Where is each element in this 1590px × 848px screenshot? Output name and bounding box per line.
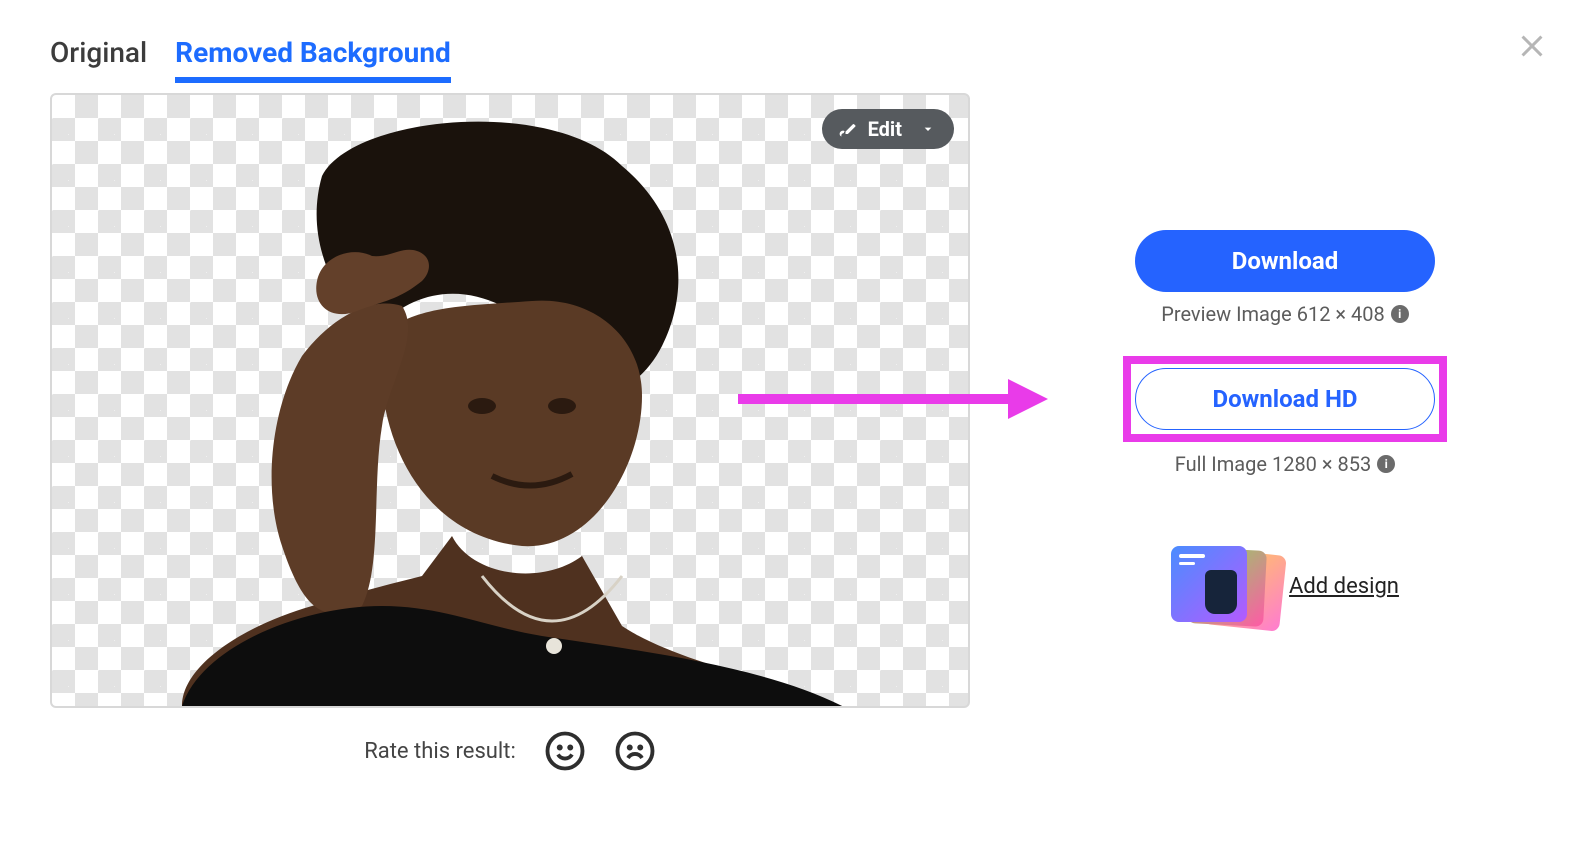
preview-caption: Preview Image 612 × 408 i: [1161, 302, 1409, 326]
download-button[interactable]: Download: [1135, 230, 1435, 292]
edit-label: Edit: [868, 117, 902, 141]
thumbs-down-face-icon[interactable]: [614, 730, 656, 772]
edit-button[interactable]: Edit: [822, 109, 954, 149]
tab-original[interactable]: Original: [50, 30, 147, 83]
full-caption-text: Full Image 1280 × 853: [1175, 452, 1371, 476]
brush-icon: [838, 119, 858, 139]
chevron-down-icon[interactable]: [920, 121, 936, 137]
tab-removed-background[interactable]: Removed Background: [175, 30, 451, 83]
subject-silhouette: [122, 106, 842, 706]
info-icon[interactable]: i: [1377, 455, 1395, 473]
close-icon[interactable]: [1514, 28, 1550, 68]
full-caption: Full Image 1280 × 853 i: [1175, 452, 1395, 476]
download-hd-button[interactable]: Download HD: [1135, 368, 1435, 430]
design-thumbnails: [1171, 546, 1271, 626]
rate-label: Rate this result:: [364, 739, 516, 764]
add-design-link[interactable]: Add design: [1289, 574, 1399, 599]
rate-row: Rate this result:: [50, 730, 970, 772]
annotation-highlight: Download HD: [1123, 356, 1447, 442]
thumbs-up-face-icon[interactable]: [544, 730, 586, 772]
info-icon[interactable]: i: [1391, 305, 1409, 323]
preview-caption-text: Preview Image 612 × 408: [1161, 302, 1385, 326]
tabs: Original Removed Background: [50, 30, 970, 83]
image-preview: Edit: [50, 93, 970, 708]
design-thumb: [1171, 546, 1247, 622]
add-design-row: Add design: [1171, 546, 1399, 626]
